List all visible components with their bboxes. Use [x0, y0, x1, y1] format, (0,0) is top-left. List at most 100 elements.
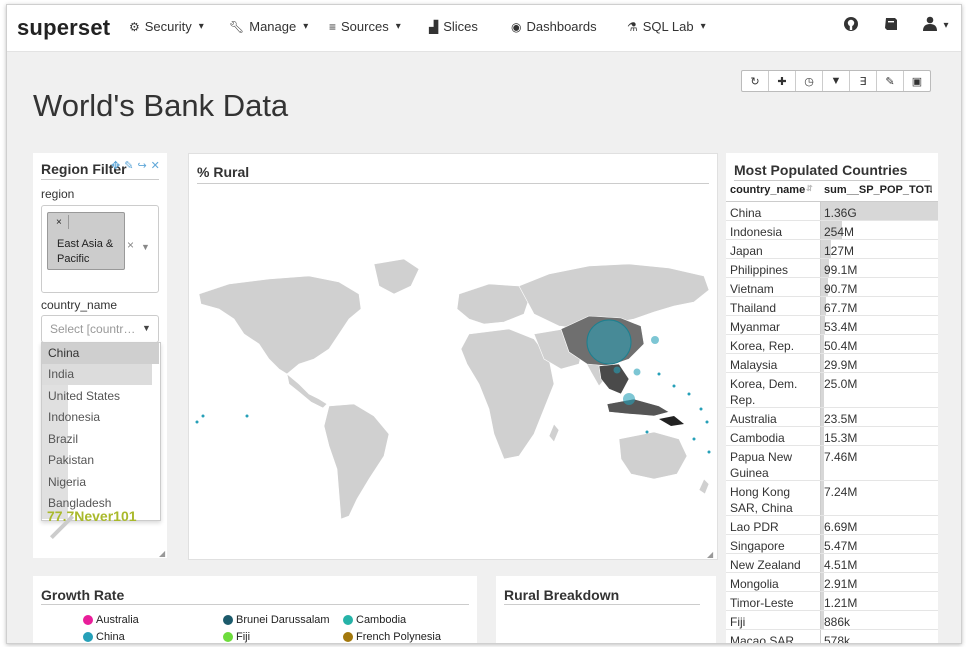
save-icon: ▣ [911, 75, 923, 88]
table-row[interactable]: Thailand 67.7M [726, 297, 938, 316]
column-header-population[interactable]: sum__SP_POP_TOTL [824, 184, 932, 196]
divider [41, 179, 159, 180]
cell-population: 2.91M [820, 573, 938, 591]
table-row[interactable]: Korea, Rep. 50.4M [726, 335, 938, 354]
caret-down-icon[interactable]: ▼ [142, 323, 151, 333]
cell-population: 50.4M [820, 335, 938, 353]
world-map[interactable] [189, 194, 717, 554]
move-icon[interactable]: ✥ [111, 159, 120, 172]
cell-divider [820, 535, 821, 553]
table-row[interactable]: Malaysia 29.9M [726, 354, 938, 373]
nav-manage[interactable]: 🔧︎ Manage ▾ [229, 19, 308, 34]
table-row[interactable]: Indonesia 254M [726, 221, 938, 240]
legend-item[interactable]: Cambodia [343, 614, 406, 626]
dropdown-option[interactable]: China [42, 343, 160, 364]
table-row[interactable]: Hong Kong SAR, China 7.24M [726, 481, 938, 516]
legend-item[interactable]: China [83, 631, 125, 643]
column-header-country[interactable]: country_name [730, 184, 805, 196]
table-row[interactable]: Vietnam 90.7M [726, 278, 938, 297]
nav-sources[interactable]: ≡ Sources ▾ [329, 19, 401, 34]
dropdown-option[interactable]: Nigeria [42, 472, 160, 493]
github-icon[interactable] [843, 16, 859, 37]
flask-icon: ⚗ [627, 19, 638, 34]
user-menu[interactable]: ▾ [923, 16, 948, 36]
filters-button[interactable]: ▼ [823, 71, 850, 91]
sort-icon[interactable]: ⇵ [806, 184, 813, 193]
pacific-dot [672, 384, 676, 388]
nav-slices[interactable]: ▟ Slices [429, 19, 478, 34]
cell-population: 67.7M [820, 297, 938, 315]
brand-logo[interactable]: superset [17, 15, 110, 41]
table-row[interactable]: Cambodia 15.3M [726, 427, 938, 446]
add-slice-button[interactable]: ✚ [769, 71, 796, 91]
resize-handle-icon[interactable]: ◢ [159, 549, 165, 558]
table-row[interactable]: Lao PDR 6.69M [726, 516, 938, 535]
auto-refresh-button[interactable]: ◷ [796, 71, 823, 91]
north-america-shape [198, 275, 362, 375]
dashboard-toolbar: ↻ ✚ ◷ ▼ ∃ ✎ ▣ [741, 70, 931, 92]
population-value: 2.91M [824, 577, 858, 591]
cell-divider [820, 554, 821, 572]
caret-down-icon[interactable]: ▼ [141, 242, 150, 252]
book-icon[interactable] [883, 16, 899, 37]
cell-country: Lao PDR [730, 520, 779, 534]
table-row[interactable]: Macao SAR, 578k [726, 630, 938, 643]
nav-dashboards[interactable]: ◉ Dashboards [511, 19, 597, 34]
pacific-dot [245, 414, 249, 418]
edit-icon[interactable]: ✎ [124, 159, 133, 172]
divider [41, 604, 469, 605]
table-row[interactable]: Korea, Dem. Rep. 25.0M [726, 373, 938, 408]
legend-item[interactable]: Fiji [223, 631, 250, 643]
cell-country: Vietnam [730, 282, 774, 296]
legend-item[interactable]: Brunei Darussalam [223, 614, 330, 626]
table-row[interactable]: Mongolia 2.91M [726, 573, 938, 592]
css-button[interactable]: ∃ [850, 71, 877, 91]
nav-dashboards-label: Dashboards [526, 19, 597, 34]
share-icon[interactable]: ↪ [137, 159, 146, 172]
indonesia-shape [606, 398, 670, 417]
country-name-label: country_name [41, 298, 118, 312]
cell-divider [820, 408, 821, 426]
dropdown-option[interactable]: Brazil [42, 429, 160, 450]
table-row[interactable]: Australia 23.5M [726, 408, 938, 427]
clear-icon[interactable]: × [127, 238, 134, 252]
legend-item[interactable]: Australia [83, 614, 139, 626]
table-row[interactable]: Singapore 5.47M [726, 535, 938, 554]
rural-breakdown-panel: Rural Breakdown [496, 576, 716, 643]
refresh-button[interactable]: ↻ [742, 71, 769, 91]
nav-sql-lab[interactable]: ⚗ SQL Lab ▾ [627, 19, 706, 34]
filter-icon: ▼ [830, 75, 842, 87]
table-row[interactable]: Japan 127M [726, 240, 938, 259]
population-value: 25.0M [824, 377, 858, 391]
table-row[interactable]: Philippines 99.1M [726, 259, 938, 278]
plus-icon: ✚ [777, 75, 787, 88]
dropdown-option[interactable]: Indonesia [42, 407, 160, 428]
tag-remove-icon[interactable]: × [56, 217, 62, 228]
table-title: Most Populated Countries [734, 162, 908, 178]
nav-security[interactable]: ⚙ Security ▾ [129, 19, 204, 34]
table-row[interactable]: Papua New Guinea 7.46M [726, 446, 938, 481]
region-filter-panel: Region Filter ✥ ✎ ↪ ✕ region × East Asia… [33, 153, 167, 558]
sort-desc-icon[interactable]: ↓ [928, 184, 933, 195]
table-row[interactable]: China 1.36G [726, 202, 938, 221]
table-row[interactable]: New Zealand 4.51M [726, 554, 938, 573]
resize-handle-icon[interactable]: ◢ [707, 550, 713, 559]
table-row[interactable]: Timor-Leste 1.21M [726, 592, 938, 611]
edit-button[interactable]: ✎ [877, 71, 904, 91]
pacific-dot [657, 372, 661, 376]
table-row[interactable]: Fiji 886k [726, 611, 938, 630]
legend-swatch [83, 615, 93, 625]
dropdown-option[interactable]: United States [42, 386, 160, 407]
country-name-select[interactable]: Select [country_name] ▼ [41, 315, 159, 343]
save-button[interactable]: ▣ [904, 71, 930, 91]
table-row[interactable]: Myanmar 53.4M [726, 316, 938, 335]
cell-divider [820, 630, 821, 643]
close-icon[interactable]: ✕ [151, 159, 160, 172]
cell-country: Singapore [730, 539, 785, 553]
region-select[interactable]: × East Asia & Pacific × ▼ [41, 205, 159, 293]
legend-item[interactable]: French Polynesia [343, 631, 441, 643]
dropdown-option[interactable]: Pakistan [42, 450, 160, 471]
nav-sql-lab-label: SQL Lab [642, 19, 694, 34]
dropdown-option[interactable]: India [42, 364, 160, 385]
cell-population: 7.46M [820, 446, 938, 480]
